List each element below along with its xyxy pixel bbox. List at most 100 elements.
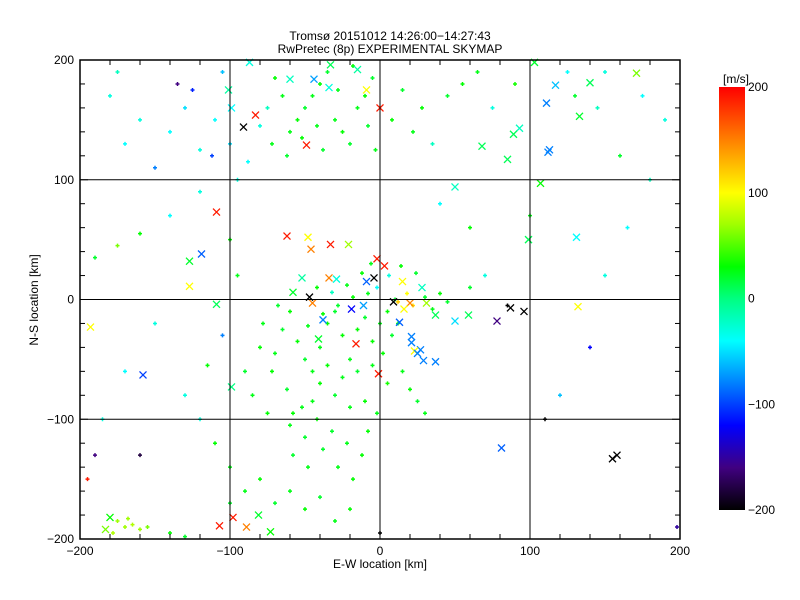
y-tick-label: 200 [54, 53, 74, 67]
velocity-point [123, 369, 127, 374]
velocity-cross-marker [254, 511, 263, 520]
velocity-point [400, 87, 405, 92]
velocity-cross-marker [362, 277, 371, 286]
velocity-cross-marker [239, 123, 248, 132]
velocity-cross-marker [286, 75, 294, 84]
velocity-point [385, 309, 390, 314]
velocity-cross-marker [359, 301, 368, 310]
velocity-point [108, 93, 112, 98]
velocity-point [370, 363, 375, 368]
velocity-cross-marker [451, 182, 459, 191]
velocity-point [370, 75, 375, 80]
velocity-point [321, 311, 325, 316]
velocity-point [333, 309, 337, 314]
velocity-point [603, 273, 607, 278]
velocity-cross-marker [380, 262, 389, 270]
velocity-cross-marker [503, 155, 512, 164]
velocity-point [306, 465, 310, 470]
velocity-point [138, 527, 142, 532]
velocity-cross-marker [551, 81, 560, 90]
velocity-point [396, 299, 400, 304]
velocity-point [411, 129, 415, 134]
x-tick-label: 100 [520, 544, 540, 558]
velocity-point [430, 307, 435, 312]
velocity-point [220, 333, 225, 338]
velocity-point [138, 231, 142, 236]
velocity-cross-marker [431, 311, 440, 320]
skymap-chart: Tromsø 20151012 14:26:00−14:27:43 RwPret… [27, 29, 775, 571]
velocity-point [355, 327, 360, 332]
velocity-point [198, 189, 202, 194]
velocity-cross-marker [451, 317, 459, 326]
velocity-cross-marker [520, 307, 528, 316]
velocity-cross-marker [197, 250, 206, 258]
velocity-point [250, 393, 255, 398]
velocity-cross-marker [215, 521, 224, 530]
velocity-point [445, 93, 450, 98]
velocity-point [385, 381, 390, 386]
colorbar-tick-label: −100 [748, 397, 775, 411]
velocity-point [321, 447, 325, 452]
velocity-point [321, 147, 325, 152]
velocity-point [123, 141, 127, 146]
velocity-point [168, 213, 172, 218]
velocity-cross-marker [227, 382, 236, 391]
velocity-cross-marker [139, 370, 147, 379]
velocity-cross-marker [374, 369, 383, 378]
velocity-point [300, 405, 304, 410]
velocity-point [375, 411, 379, 416]
velocity-point [340, 333, 345, 338]
colorbar-tick-label: 0 [748, 292, 755, 306]
velocity-point [295, 339, 300, 344]
velocity-point [330, 290, 334, 295]
velocity-point [115, 69, 120, 74]
velocity-cross-marker [106, 513, 114, 522]
velocity-point [115, 519, 120, 524]
velocity-cross-marker [515, 124, 524, 133]
velocity-cross-marker [493, 317, 501, 326]
velocity-point [468, 225, 472, 230]
velocity-cross-marker [307, 245, 315, 254]
velocity-cross-marker [212, 208, 221, 217]
velocity-point [288, 489, 292, 494]
velocity-point [85, 477, 90, 482]
colorbar [719, 87, 745, 510]
velocity-point [270, 369, 274, 374]
velocity-point [168, 129, 172, 134]
velocity-point [375, 285, 379, 290]
velocity-point [370, 339, 375, 344]
velocity-point [303, 105, 307, 110]
velocity-cross-marker [632, 69, 641, 78]
velocity-point [333, 519, 337, 524]
velocity-point [318, 81, 322, 86]
velocity-point [111, 531, 115, 536]
velocity-point [423, 295, 427, 300]
velocity-point [430, 141, 435, 146]
velocity-cross-marker [398, 277, 407, 286]
velocity-point [363, 399, 367, 404]
velocity-point [295, 117, 300, 122]
velocity-point [414, 271, 418, 276]
velocity-point [220, 69, 225, 74]
velocity-cross-marker [242, 523, 251, 531]
velocity-point [340, 375, 345, 380]
velocity-point [438, 201, 442, 206]
velocity-point [265, 411, 270, 416]
chart-subtitle: RwPretec (8p) EXPERIMENTAL SKYMAP [278, 42, 503, 56]
velocity-point [595, 105, 600, 110]
velocity-point [360, 271, 364, 276]
velocity-point [423, 411, 427, 416]
velocity-point [93, 453, 97, 458]
velocity-cross-marker [572, 233, 581, 242]
velocity-point [265, 105, 270, 110]
velocity-point [183, 105, 187, 110]
velocity-cross-marker [325, 273, 333, 282]
velocity-point [190, 87, 195, 92]
velocity-cross-marker [302, 141, 311, 149]
velocity-point [126, 516, 130, 521]
velocity-point [366, 291, 370, 296]
velocity-point [273, 351, 277, 356]
velocity-point [310, 399, 315, 404]
velocity-point [483, 273, 487, 278]
velocity-point [351, 295, 355, 300]
